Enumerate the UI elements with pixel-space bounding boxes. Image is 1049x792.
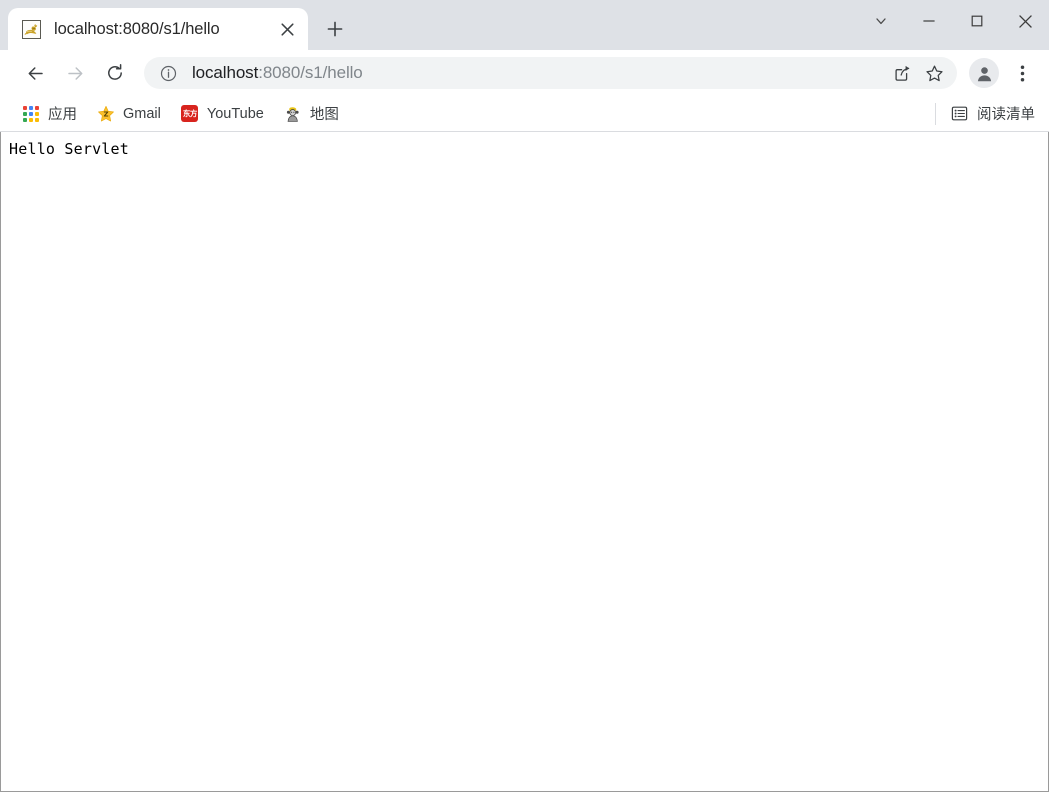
svg-text:Z: Z: [103, 110, 108, 118]
bookmark-star-icon[interactable]: [919, 58, 949, 88]
reading-list-icon: [950, 105, 968, 123]
page-content: Hello Servlet: [1, 132, 1048, 158]
share-icon[interactable]: [887, 58, 917, 88]
close-window-icon[interactable]: [1001, 0, 1049, 42]
bookmark-item-youtube[interactable]: 东方 YouTube: [173, 101, 272, 127]
browser-toolbar: localhost:8080/s1/hello: [0, 50, 1049, 96]
person-favicon-icon: [283, 104, 302, 123]
bookmark-label: YouTube: [206, 105, 264, 122]
tab-title: localhost:8080/s1/hello: [54, 19, 220, 38]
url-path: :8080/s1/hello: [258, 63, 363, 82]
back-button[interactable]: [18, 56, 52, 90]
apps-grid-icon: [22, 105, 40, 123]
maximize-icon[interactable]: [953, 0, 1001, 42]
bookmarks-bar-right: 阅读清单: [935, 101, 1041, 127]
window-controls: [857, 0, 1049, 42]
address-bar[interactable]: localhost:8080/s1/hello: [144, 57, 957, 89]
tab-strip: localhost:8080/s1/hello: [0, 0, 1049, 50]
reading-list-label: 阅读清单: [977, 107, 1035, 123]
forward-button: [58, 56, 92, 90]
bookmarks-bar: 应用 Z Gmail 东方 YouTube 地图 阅读清单: [0, 96, 1049, 132]
minimize-icon[interactable]: [905, 0, 953, 42]
close-icon[interactable]: [274, 16, 300, 42]
browser-menu-icon[interactable]: [1007, 56, 1037, 90]
profile-avatar[interactable]: [969, 58, 999, 88]
url-text: localhost:8080/s1/hello: [192, 63, 885, 83]
bookmarks-list: 应用 Z Gmail 东方 YouTube 地图: [14, 101, 929, 127]
tomcat-cat-icon: [22, 19, 41, 39]
bookmark-item-gmail[interactable]: Z Gmail: [89, 101, 169, 127]
reload-button[interactable]: [98, 56, 132, 90]
bookmark-item-maps[interactable]: 地图: [276, 101, 347, 127]
bookmark-label: 地图: [309, 107, 339, 123]
favicon-glyph-text: 东方: [181, 105, 199, 122]
tab-search-chevron-down-icon[interactable]: [857, 0, 905, 42]
red-square-favicon-icon: 东方: [181, 105, 199, 123]
browser-window: localhost:8080/s1/hello localhost:8080/s…: [0, 0, 1049, 792]
bookmark-item-apps[interactable]: 应用: [14, 101, 85, 127]
page-text: Hello Servlet: [9, 140, 129, 158]
bookmark-label: 应用: [48, 107, 77, 123]
url-host: localhost: [192, 63, 259, 82]
star-favicon-icon: Z: [97, 105, 115, 123]
info-circle-icon[interactable]: [158, 63, 178, 83]
bookmark-label: Gmail: [123, 105, 161, 122]
new-tab-button[interactable]: [318, 12, 352, 46]
page-viewport: Hello Servlet: [0, 132, 1049, 792]
browser-tab-active[interactable]: localhost:8080/s1/hello: [8, 8, 308, 50]
reading-list-button[interactable]: 阅读清单: [944, 101, 1041, 127]
